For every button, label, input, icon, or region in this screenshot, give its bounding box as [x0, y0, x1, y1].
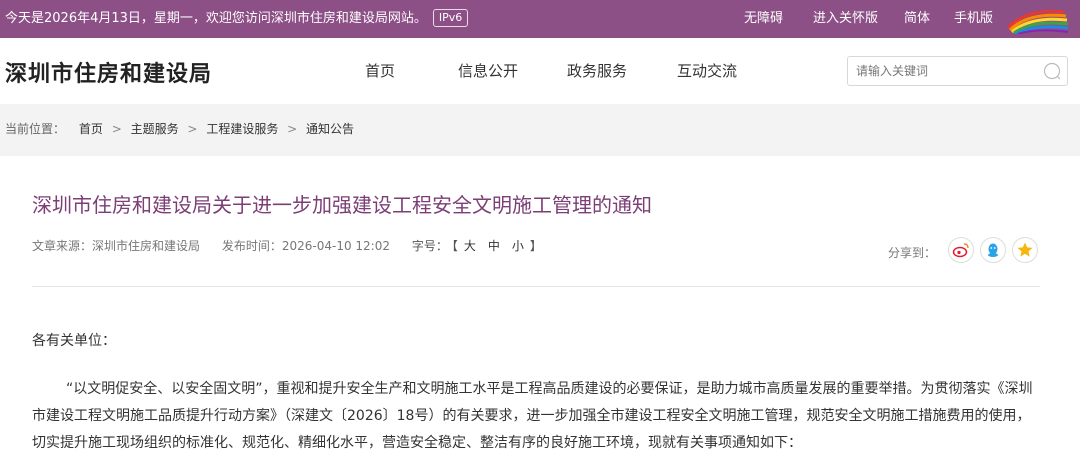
article-divider — [32, 286, 1040, 287]
breadcrumb-topic-services[interactable]: 主题服务 — [131, 122, 179, 136]
breadcrumb-construction-services[interactable]: 工程建设服务 — [206, 122, 278, 136]
share-bar: 分享到： — [878, 237, 1038, 265]
breadcrumb-separator: > — [111, 122, 122, 136]
font-size-small[interactable]: 小 — [512, 239, 524, 253]
article-salutation: 各有关单位： — [32, 333, 116, 349]
font-size-large[interactable]: 大 — [464, 239, 476, 253]
mobile-version-link[interactable]: 手机版 — [954, 0, 993, 38]
breadcrumb-home[interactable]: 首页 — [79, 122, 103, 136]
qq-icon — [988, 243, 998, 257]
qzone-share-button[interactable] — [1012, 237, 1038, 263]
breadcrumb-band: 当前位置： 首页 > 主题服务 > 工程建设服务 > 通知公告 — [0, 104, 1080, 156]
welcome-text: 今天是2026年4月13日，星期一，欢迎您访问深圳市住房和建设局网站。 IPv6 — [5, 0, 469, 38]
nav-interaction[interactable]: 互动交流 — [677, 60, 737, 81]
accessibility-link[interactable]: 无障碍 — [744, 0, 783, 38]
breadcrumb-notices[interactable]: 通知公告 — [306, 122, 354, 136]
nav-home[interactable]: 首页 — [365, 60, 395, 81]
article-source: 文章来源：深圳市住房和建设局 — [32, 239, 201, 253]
elderly-mode-link[interactable]: 进入关怀版 — [813, 0, 878, 38]
search-input[interactable] — [856, 61, 1036, 81]
search-box — [847, 56, 1068, 86]
article-meta: 文章来源：深圳市住房和建设局 发布时间：2026-04-10 12:02 字号：… — [32, 237, 560, 254]
breadcrumb: 当前位置： 首页 > 主题服务 > 工程建设服务 > 通知公告 — [5, 120, 354, 137]
simplified-chinese-link[interactable]: 简体 — [904, 0, 930, 38]
search-icon[interactable] — [1043, 62, 1061, 80]
font-size-control: 字号：【大中小】 — [412, 239, 542, 253]
font-size-medium[interactable]: 中 — [488, 239, 500, 253]
article-title: 深圳市住房和建设局关于进一步加强建设工程安全文明施工管理的通知 — [32, 193, 652, 217]
weibo-icon — [952, 243, 969, 258]
font-size-label: 字号： — [411, 239, 448, 253]
breadcrumb-label: 当前位置： — [5, 122, 66, 136]
qq-share-button[interactable] — [980, 237, 1006, 263]
nav-info-disclosure[interactable]: 信息公开 — [458, 60, 518, 81]
article-publish-time: 发布时间：2026-04-10 12:02 — [221, 239, 390, 253]
weibo-share-button[interactable] — [948, 237, 974, 263]
share-label: 分享到： — [887, 246, 936, 260]
breadcrumb-separator: > — [287, 122, 298, 136]
site-header: 深圳市住房和建设局 首页 信息公开 政务服务 互动交流 — [0, 38, 1080, 104]
site-title[interactable]: 深圳市住房和建设局 — [5, 56, 212, 88]
font-size-bracket-open: 【 — [451, 239, 458, 253]
breadcrumb-separator: > — [187, 122, 198, 136]
article-paragraph: “以文明促安全、以安全固文明”，重视和提升安全生产和文明施工水平是工程高品质建设… — [32, 381, 1033, 451]
font-size-bracket-close: 】 — [529, 239, 542, 253]
qzone-icon — [1017, 242, 1033, 257]
rainbow-logo-icon — [1006, 9, 1069, 34]
welcome-message: 今天是2026年4月13日，星期一，欢迎您访问深圳市住房和建设局网站。 — [5, 11, 427, 26]
top-bar: 今天是2026年4月13日，星期一，欢迎您访问深圳市住房和建设局网站。 IPv6 … — [0, 0, 1080, 38]
nav-government-services[interactable]: 政务服务 — [567, 60, 627, 81]
ipv6-badge: IPv6 — [432, 8, 469, 27]
